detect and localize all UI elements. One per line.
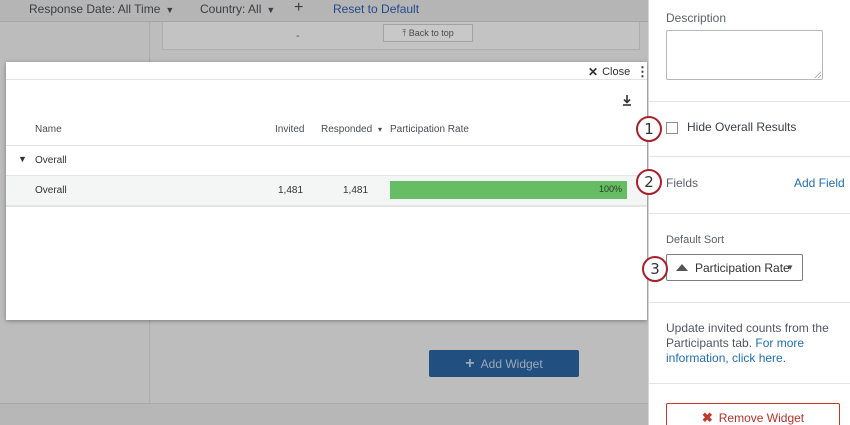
section-divider bbox=[649, 156, 850, 157]
resize-handle-icon[interactable] bbox=[814, 71, 821, 78]
sort-ascending-icon bbox=[676, 264, 688, 271]
remove-widget-button[interactable]: ✖ Remove Widget bbox=[666, 403, 840, 425]
close-button[interactable]: ✕ Close bbox=[588, 65, 630, 79]
plus-icon: + bbox=[465, 354, 475, 372]
participation-bar: 100% bbox=[390, 181, 627, 199]
info-text: Update invited counts from the Participa… bbox=[666, 321, 846, 366]
column-header-responded-label: Responded bbox=[321, 124, 373, 135]
hide-overall-results-checkbox[interactable] bbox=[666, 122, 678, 134]
section-divider bbox=[649, 101, 850, 102]
close-icon: ✕ bbox=[588, 65, 599, 79]
row-invited: 1,481 bbox=[278, 185, 304, 196]
callout-marker-2: 2 bbox=[636, 169, 662, 195]
sort-descending-icon: ▾ bbox=[377, 125, 382, 134]
add-filter-button[interactable]: + bbox=[294, 0, 303, 17]
chevron-down-icon: ▼ bbox=[786, 263, 794, 272]
section-divider bbox=[649, 383, 850, 384]
section-divider bbox=[649, 213, 850, 214]
info-text-body: Update invited counts from the Participa… bbox=[666, 321, 829, 350]
row-divider bbox=[6, 206, 647, 207]
chevron-down-icon: ▼ bbox=[165, 5, 175, 15]
fields-label: Fields bbox=[666, 176, 699, 190]
filter-bar: Response Date: All Time ▼ Country: All ▼ +… bbox=[0, 0, 648, 22]
callout-marker-3: 3 bbox=[642, 256, 668, 282]
chevron-down-icon: ▼ bbox=[266, 5, 276, 15]
add-widget-label: Add Widget bbox=[480, 356, 543, 371]
background-widget-value: - bbox=[296, 30, 300, 42]
chevron-down-icon[interactable]: ▼ bbox=[18, 154, 27, 164]
modal-header bbox=[6, 62, 647, 80]
column-header-responded[interactable]: Responded ▾ bbox=[321, 124, 382, 135]
group-label: Overall bbox=[35, 155, 67, 166]
column-header-name[interactable]: Name bbox=[35, 124, 62, 135]
back-to-top-button[interactable]: ⤒ Back to top bbox=[383, 24, 473, 42]
participation-rate-label: 100% bbox=[598, 184, 622, 194]
column-header-invited[interactable]: Invited bbox=[275, 124, 304, 135]
description-label: Description bbox=[666, 11, 727, 25]
group-row[interactable] bbox=[6, 146, 647, 175]
remove-widget-label: Remove Widget bbox=[718, 411, 805, 425]
close-label: Close bbox=[602, 66, 631, 78]
response-date-filter[interactable]: Response Date: All Time ▼ bbox=[29, 2, 174, 16]
default-sort-dropdown[interactable]: Participation Rate ▼ bbox=[666, 254, 803, 281]
participation-bar-fill: 100% bbox=[390, 181, 627, 199]
row-name: Overall bbox=[35, 185, 67, 196]
default-sort-value: Participation Rate bbox=[695, 260, 790, 275]
section-divider bbox=[649, 302, 850, 303]
default-sort-label: Default Sort bbox=[666, 234, 725, 246]
country-filter-label: Country: All bbox=[200, 2, 262, 16]
download-icon[interactable] bbox=[620, 93, 634, 107]
widget-expanded-modal: ✕ Close ⋮ Name Invited Responded ▾ Parti… bbox=[6, 62, 649, 320]
column-header-participation-rate[interactable]: Participation Rate bbox=[390, 124, 469, 135]
description-textarea[interactable] bbox=[666, 30, 823, 80]
add-widget-button[interactable]: + Add Widget bbox=[429, 350, 579, 377]
remove-x-icon: ✖ bbox=[701, 410, 713, 425]
reset-to-default-link[interactable]: Reset to Default bbox=[333, 2, 419, 16]
response-date-filter-label: Response Date: All Time bbox=[29, 2, 161, 16]
add-field-link[interactable]: Add Field bbox=[794, 176, 845, 190]
bottom-strip bbox=[0, 403, 648, 425]
row-responded: 1,481 bbox=[343, 185, 369, 196]
hide-overall-results-label[interactable]: Hide Overall Results bbox=[687, 120, 796, 134]
callout-marker-1: 1 bbox=[636, 116, 662, 142]
country-filter[interactable]: Country: All ▼ bbox=[200, 2, 275, 16]
